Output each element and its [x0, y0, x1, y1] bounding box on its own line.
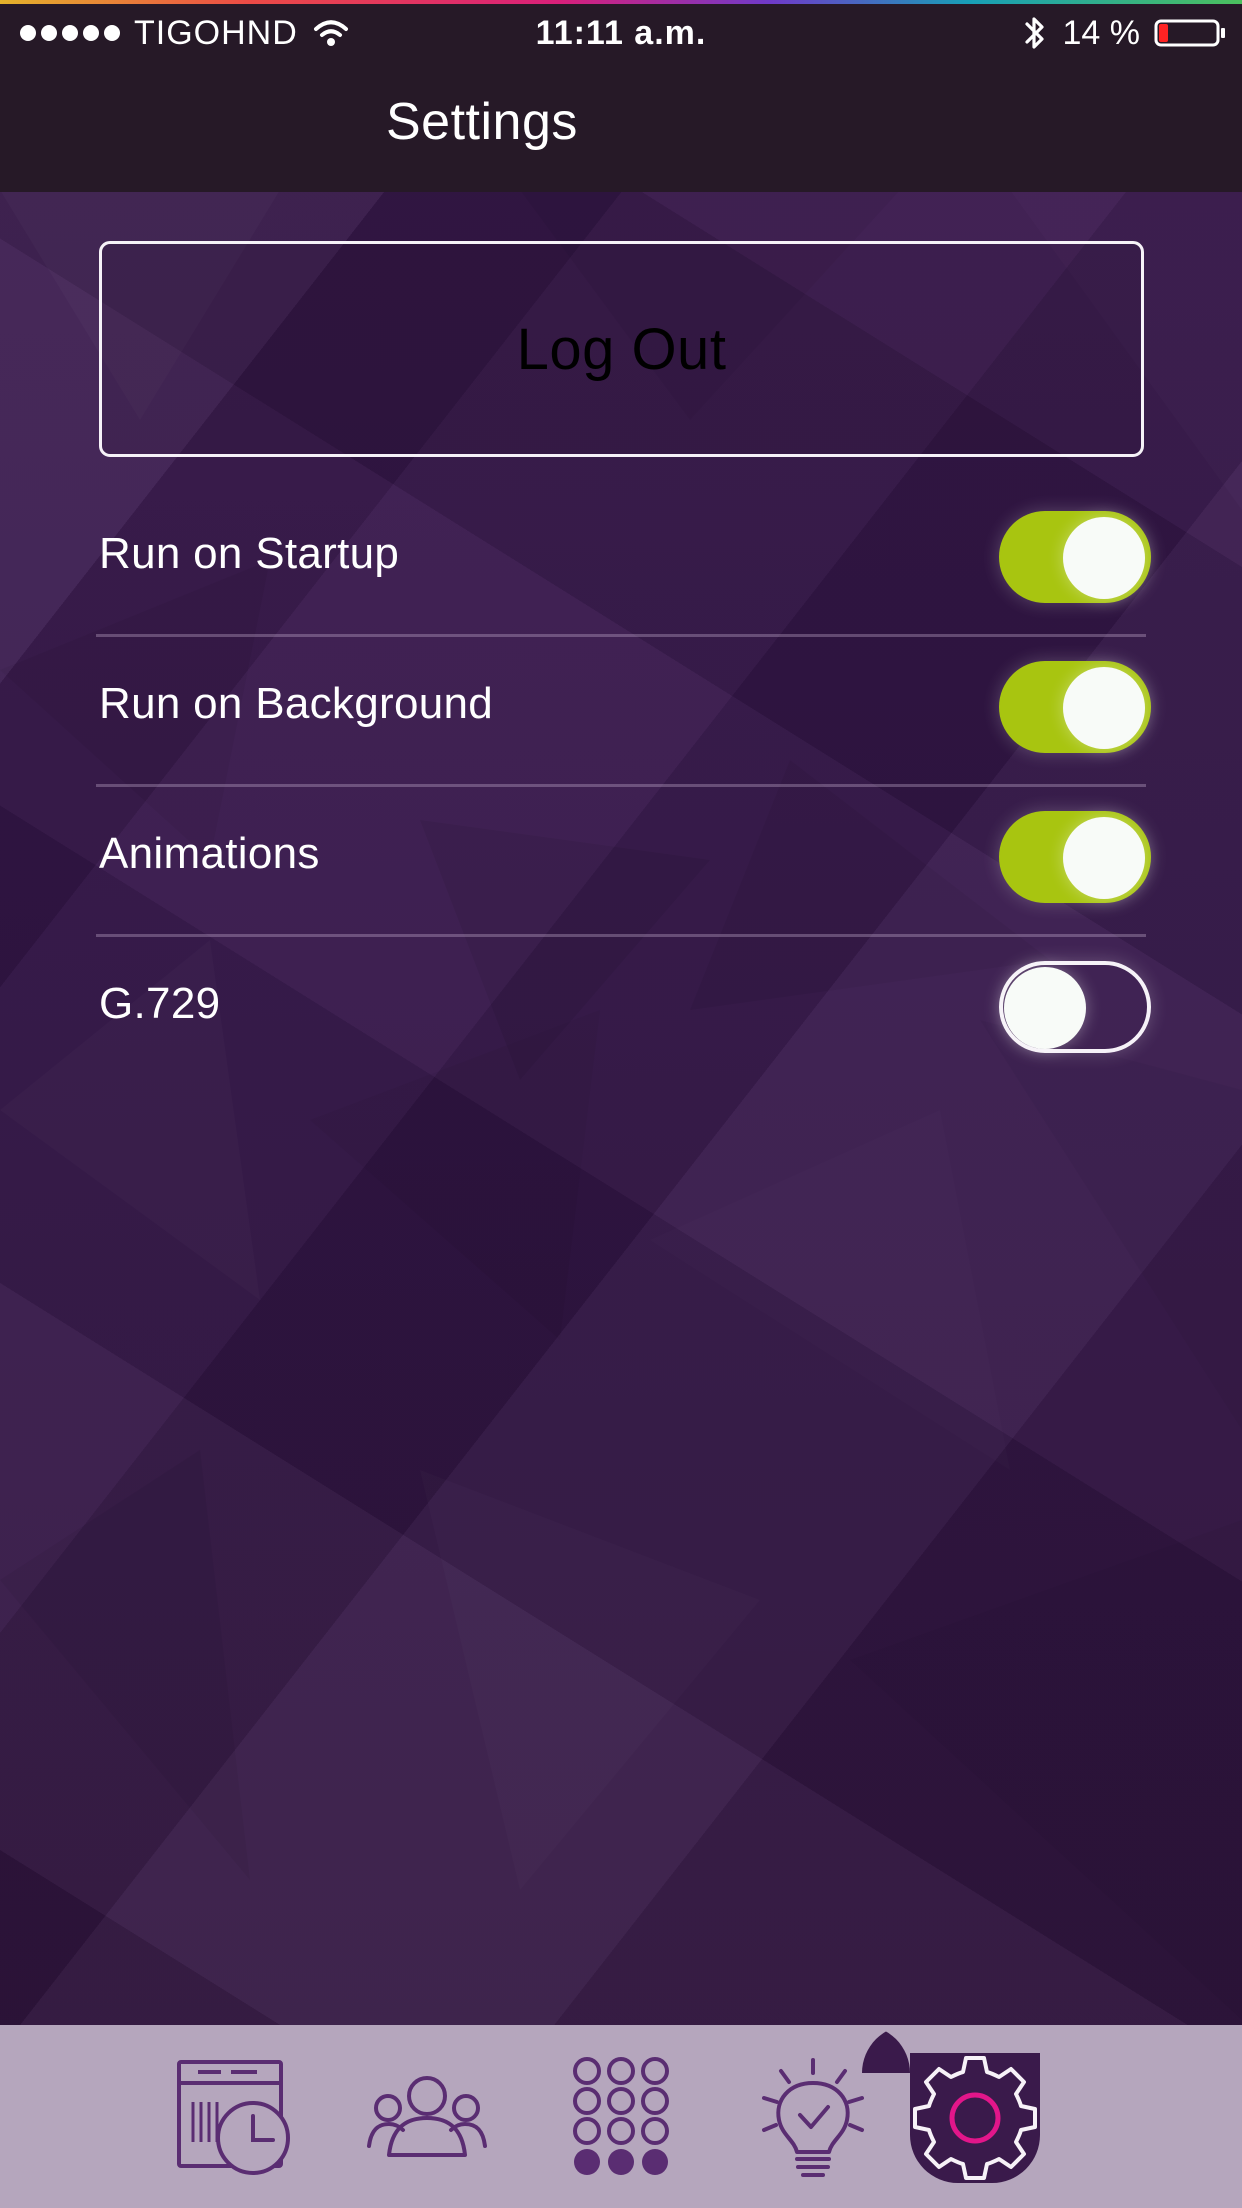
tab-contacts[interactable] [362, 2053, 492, 2183]
battery-percent: 14 % [1062, 14, 1141, 52]
toggle-knob [1004, 967, 1086, 1049]
battery-icon [1154, 19, 1225, 47]
people-icon [367, 2076, 487, 2157]
tab-history[interactable] [171, 2053, 301, 2183]
tab-settings[interactable] [910, 2053, 1040, 2183]
lightbulb-check-icon [762, 2058, 864, 2177]
status-bar: TIGOHND 11:11 a.m. 14 % [0, 4, 1242, 62]
setting-label: Run on Background [99, 679, 494, 728]
navigation-bar: Settings [0, 62, 1242, 192]
run-on-startup-toggle[interactable] [999, 511, 1151, 603]
toggle-knob [1063, 667, 1145, 749]
setting-row-run-on-background: Run on Background [96, 637, 1151, 787]
tab-keypad[interactable] [556, 2053, 686, 2183]
setting-label: Run on Startup [99, 529, 400, 578]
dialpad-icon [573, 2057, 669, 2175]
setting-row-run-on-startup: Run on Startup [96, 487, 1151, 637]
logout-button[interactable]: Log Out [99, 241, 1144, 457]
gear-icon [913, 2056, 1037, 2180]
animations-toggle[interactable] [999, 811, 1151, 903]
toggle-knob [1063, 817, 1145, 899]
setting-label: G.729 [99, 979, 221, 1028]
settings-list: Run on Startup Run on Background Animati… [96, 487, 1151, 1087]
g729-toggle[interactable] [999, 961, 1151, 1053]
calendar-clock-icon [177, 2060, 290, 2175]
selected-tab-curve [862, 2025, 910, 2073]
device-status: 14 % [1021, 4, 1227, 62]
page-title: Settings [386, 93, 578, 151]
setting-row-g729: G.729 [96, 937, 1151, 1087]
run-on-background-toggle[interactable] [999, 661, 1151, 753]
tab-tips[interactable] [748, 2053, 878, 2183]
bottom-tab-bar [0, 2025, 1242, 2208]
bluetooth-icon [1024, 17, 1044, 49]
setting-row-animations: Animations [96, 787, 1151, 937]
setting-label: Animations [99, 829, 320, 878]
toggle-knob [1063, 517, 1145, 599]
settings-screen: TIGOHND 11:11 a.m. 14 % Settings Log Out [0, 0, 1242, 2208]
